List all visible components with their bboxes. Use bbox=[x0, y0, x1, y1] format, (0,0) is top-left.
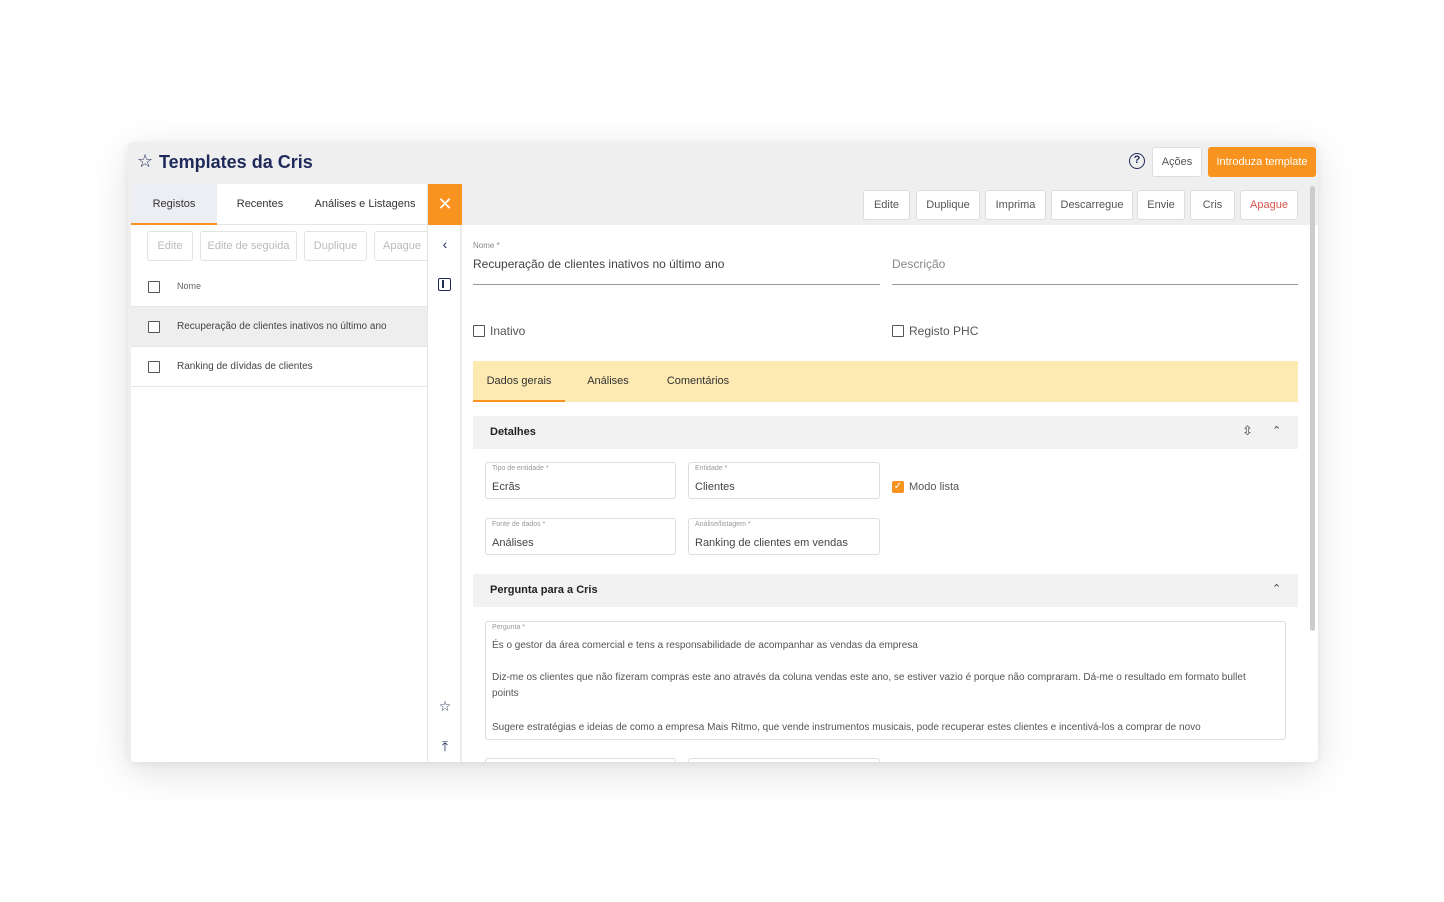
pergunta-line: És o gestor da área comercial e tens a r… bbox=[492, 640, 918, 651]
cris-button[interactable]: Cris bbox=[1190, 190, 1235, 220]
list-item-label: Recuperação de clientes inativos no últi… bbox=[177, 321, 387, 332]
panel-splitter: ✕ ‹ ☆ ⤒ bbox=[427, 184, 462, 762]
tipo-entidade-field[interactable]: Tipo de entidade * Ecrãs bbox=[485, 462, 676, 499]
entidade-field[interactable]: Entidade * Clientes bbox=[688, 462, 880, 499]
registo-phc-checkbox[interactable] bbox=[892, 325, 904, 337]
analise-listagem-field[interactable]: Análise/listagem * Ranking de clientes e… bbox=[688, 518, 880, 555]
app-window: ☆ Templates da Cris ? Ações Introduza te… bbox=[128, 142, 1318, 762]
nome-field[interactable]: Recuperação de clientes inativos no últi… bbox=[473, 257, 724, 271]
detalhes-title: Detalhes bbox=[490, 426, 536, 438]
entidade-label: Entidade * bbox=[695, 465, 728, 472]
descricao-field[interactable]: Descrição bbox=[892, 257, 945, 271]
records-panel: Registos Recentes Análises e Listagens E… bbox=[131, 184, 430, 762]
pergunta-line: Diz-me os clientes que não fizeram compr… bbox=[492, 672, 1246, 699]
list-header: Nome bbox=[131, 267, 427, 307]
pergunta-line: Sugere estratégias e ideias de como a em… bbox=[492, 722, 1201, 733]
duplicate-button[interactable]: Duplique bbox=[304, 231, 367, 261]
send-button[interactable]: Envie bbox=[1137, 190, 1185, 220]
row-checkbox[interactable] bbox=[148, 321, 160, 333]
title-bar: ☆ Templates da Cris ? Ações Introduza te… bbox=[128, 142, 1318, 184]
inativo-label: Inativo bbox=[490, 324, 526, 338]
pergunta-section-header[interactable]: Pergunta para a Cris ⌃ bbox=[473, 574, 1298, 607]
records-tabs: Registos Recentes Análises e Listagens bbox=[131, 184, 427, 225]
descricao-underline bbox=[892, 284, 1298, 285]
inativo-checkbox[interactable] bbox=[473, 325, 485, 337]
actions-button[interactable]: Ações bbox=[1152, 147, 1202, 177]
pergunta-title: Pergunta para a Cris bbox=[490, 584, 598, 596]
modo-lista-checkbox[interactable]: ✓ bbox=[892, 481, 904, 493]
tab-analises[interactable]: Análises bbox=[573, 361, 643, 402]
tipo-entidade-label: Tipo de entidade * bbox=[492, 465, 549, 472]
fonte-dados-label: Fonte de dados * bbox=[492, 521, 546, 528]
tab-comentarios[interactable]: Comentários bbox=[653, 361, 743, 402]
nome-label: Nome * bbox=[473, 241, 500, 250]
panel-toggle-icon[interactable] bbox=[438, 278, 451, 291]
tamanho-field-partial[interactable] bbox=[688, 758, 880, 762]
delete-button[interactable]: Apague bbox=[374, 231, 430, 261]
list-item-label: Ranking de dívidas de clientes bbox=[177, 361, 313, 372]
download-button[interactable]: Descarregue bbox=[1051, 190, 1133, 220]
compress-icon[interactable]: ⇳ bbox=[1242, 423, 1253, 439]
fonte-dados-field[interactable]: Fonte de dados * Análises bbox=[485, 518, 676, 555]
star-icon[interactable]: ☆ bbox=[428, 698, 462, 715]
favorite-star-icon[interactable]: ☆ bbox=[137, 151, 153, 172]
detail-sub-tabs: Dados gerais Análises Comentários bbox=[473, 361, 1298, 402]
edit-button[interactable]: Edite bbox=[147, 231, 193, 261]
pergunta-textarea[interactable]: Pergunta * És o gestor da área comercial… bbox=[485, 621, 1286, 740]
select-all-checkbox[interactable] bbox=[148, 281, 160, 293]
modo-lista-label: Modo lista bbox=[909, 481, 960, 493]
nome-underline bbox=[473, 284, 880, 285]
column-header-nome: Nome bbox=[177, 281, 202, 291]
detalhes-section-header[interactable]: Detalhes ⇳ ⌃ bbox=[473, 416, 1298, 449]
registo-phc-label: Registo PHC bbox=[909, 324, 979, 338]
detail-panel: Edite Duplique Imprima Descarregue Envie… bbox=[462, 184, 1318, 762]
add-template-button[interactable]: Introduza template bbox=[1208, 147, 1316, 177]
page-title: Templates da Cris bbox=[159, 152, 313, 172]
print-button[interactable]: Imprima bbox=[985, 190, 1046, 220]
fonte-dados-value: Análises bbox=[492, 537, 534, 549]
row-checkbox[interactable] bbox=[148, 361, 160, 373]
help-icon[interactable]: ? bbox=[1129, 153, 1145, 169]
chevron-left-icon[interactable]: ‹ bbox=[428, 236, 462, 252]
chevron-up-icon[interactable]: ⌃ bbox=[1272, 424, 1281, 437]
tab-dados-gerais[interactable]: Dados gerais bbox=[473, 361, 565, 402]
detail-scrollbar[interactable] bbox=[1310, 186, 1315, 631]
analise-listagem-label: Análise/listagem * bbox=[695, 521, 751, 528]
tab-registos[interactable]: Registos bbox=[131, 184, 217, 225]
duplicate-button[interactable]: Duplique bbox=[916, 190, 980, 220]
edit-next-button[interactable]: Edite de seguida bbox=[200, 231, 297, 261]
records-toolbar: Edite Edite de seguida Duplique Apague bbox=[131, 225, 430, 267]
tipo-entidade-value: Ecrãs bbox=[492, 481, 521, 493]
edit-button[interactable]: Edite bbox=[863, 190, 910, 220]
scroll-top-icon[interactable]: ⤒ bbox=[428, 738, 462, 755]
entidade-value: Clientes bbox=[695, 481, 735, 493]
delete-button[interactable]: Apague bbox=[1240, 190, 1298, 220]
tab-analises-listagens[interactable]: Análises e Listagens bbox=[303, 184, 427, 225]
analise-listagem-value: Ranking de clientes em vendas bbox=[695, 537, 848, 549]
pergunta-label: Pergunta * bbox=[492, 624, 526, 631]
chevron-up-icon[interactable]: ⌃ bbox=[1272, 582, 1281, 595]
list-item[interactable]: Recuperação de clientes inativos no últi… bbox=[131, 307, 427, 347]
close-icon[interactable]: ✕ bbox=[428, 184, 462, 225]
tab-recentes[interactable]: Recentes bbox=[217, 184, 303, 225]
list-item[interactable]: Ranking de dívidas de clientes bbox=[131, 347, 427, 387]
tipo-field-partial[interactable] bbox=[485, 758, 676, 762]
detail-toolbar: Edite Duplique Imprima Descarregue Envie… bbox=[462, 184, 1318, 225]
